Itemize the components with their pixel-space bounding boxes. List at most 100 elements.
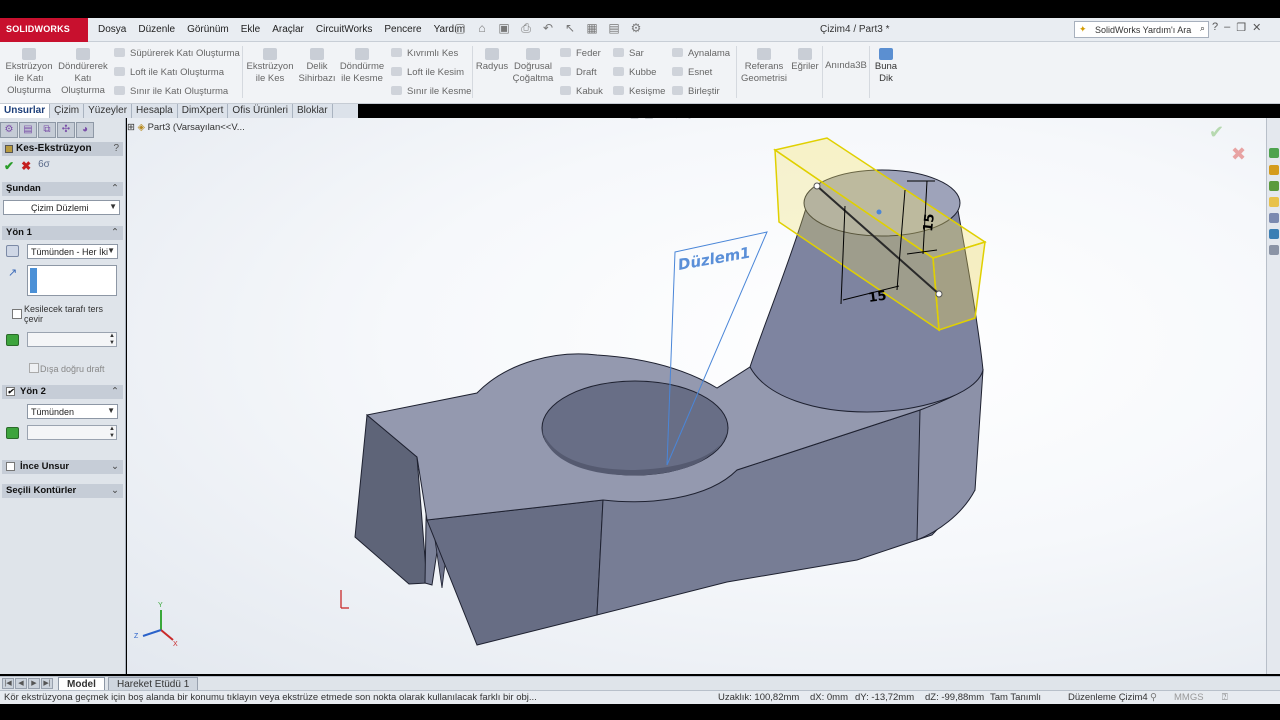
tab-yuzeyler[interactable]: Yüzeyler — [84, 104, 133, 118]
menu-dosya[interactable]: Dosya — [92, 18, 132, 42]
file-properties-icon[interactable]: ▤ — [606, 21, 622, 37]
reverse-direction-icon[interactable] — [6, 245, 19, 257]
boundary-boss-button[interactable]: Sınır ile Katı Oluşturma — [114, 86, 228, 97]
new-document-icon[interactable]: ▢ — [452, 21, 468, 37]
section-secili-konturler[interactable]: Seçili Kontürler ⌄ — [2, 484, 123, 498]
pm-help-button[interactable]: ? — [113, 142, 119, 156]
reference-geometry-button[interactable]: Referans Geometrisi — [739, 48, 789, 85]
normal-to-button[interactable]: Buna Dik — [872, 48, 900, 85]
collapse-chevron-icon[interactable]: ⌃ — [111, 226, 119, 240]
home-icon[interactable] — [1269, 165, 1279, 175]
search-icon[interactable]: ⌕ — [1200, 23, 1205, 34]
draft-button[interactable]: Draft — [560, 67, 597, 78]
zoom-to-area-icon[interactable]: ⊖ — [616, 118, 624, 120]
view-orientation-icon[interactable]: ⬡ — [659, 118, 668, 120]
draft-angle-spinner[interactable]: ▲ ▼ — [27, 332, 117, 347]
dome-button[interactable]: Kubbe — [613, 67, 656, 78]
combine-button[interactable]: Birleştir — [672, 86, 720, 97]
direction2-checkbox[interactable]: ✔ — [6, 387, 15, 396]
rib-button[interactable]: Feder — [560, 48, 601, 59]
tab-model[interactable]: Model — [58, 677, 105, 691]
flip-side-checkbox[interactable] — [12, 309, 22, 319]
solidworks-resources-icon[interactable] — [1269, 148, 1279, 158]
hide-show-icon[interactable]: ◉ — [685, 118, 694, 120]
menu-duzenle[interactable]: Düzenle — [132, 18, 181, 42]
collapse-chevron-icon[interactable]: ⌃ — [111, 385, 119, 399]
mirror-button[interactable]: Aynalama — [672, 48, 730, 59]
dimension-value-vertical[interactable]: 15 — [921, 213, 938, 233]
menu-pencere[interactable]: Pencere — [378, 18, 427, 42]
sketch-endpoint[interactable] — [813, 182, 821, 190]
sweep-boss-button[interactable]: Süpürerek Katı Oluşturma — [114, 48, 240, 59]
previous-view-icon[interactable]: ▣ — [630, 118, 639, 120]
intersect-button[interactable]: Kesişme — [613, 86, 665, 97]
help-search-input[interactable]: ✦ SolidWorks Yardım'ı Ara ⌕ — [1074, 21, 1209, 38]
status-units[interactable]: MMGS — [1174, 692, 1204, 703]
undo-icon[interactable]: ↶ — [540, 21, 556, 37]
dimension-value-horizontal[interactable]: 15 — [867, 289, 887, 306]
print-icon[interactable]: ⎙ — [518, 21, 534, 37]
section-ince-unsur[interactable]: İnce Unsur ⌄ — [2, 460, 123, 474]
menu-araclar[interactable]: Araçlar — [266, 18, 310, 42]
fillet-button[interactable]: Radyus — [474, 48, 510, 73]
tab-motion-study[interactable]: Hareket Etüdü 1 — [108, 677, 199, 691]
display-style-icon[interactable]: ◈ — [672, 118, 680, 120]
spinner-arrows-icon[interactable]: ▲ ▼ — [109, 333, 115, 347]
open-folder-icon[interactable]: ⌂ — [474, 21, 490, 37]
feature-manager-tab-icon[interactable]: ⚙ — [0, 122, 18, 138]
instant3d-button[interactable]: Anında3B — [825, 60, 867, 72]
dimxpert-manager-tab-icon[interactable]: ✣ — [57, 122, 75, 138]
draft-outward-checkbox[interactable] — [29, 363, 39, 373]
revolve-boss-button[interactable]: Döndürerek Katı Oluşturma — [57, 48, 109, 97]
viewport-restore-icon[interactable]: ▣ — [1212, 118, 1221, 119]
loft-boss-button[interactable]: Loft ile Katı Oluşturma — [114, 67, 224, 78]
expand-chevron-icon[interactable]: ⌄ — [111, 460, 119, 474]
next-tab-icon[interactable]: ▶ — [28, 678, 40, 689]
appearance-icon[interactable]: ● — [699, 118, 705, 120]
extrude-boss-button[interactable]: Ekstrüzyon ile Katı Oluşturma — [4, 48, 54, 97]
first-tab-icon[interactable]: |◀ — [2, 678, 14, 689]
appearances-icon[interactable] — [1269, 229, 1279, 239]
lofted-cut-button[interactable]: Loft ile Kesim — [391, 67, 464, 78]
collapse-chevron-icon[interactable]: ⌃ — [111, 182, 119, 196]
section-yon1[interactable]: Yön 1 ⌃ — [2, 226, 123, 240]
close-icon[interactable]: ✕ — [1252, 21, 1261, 34]
view-settings-icon[interactable]: ▭ — [721, 118, 730, 120]
configuration-manager-tab-icon[interactable]: ⧉ — [38, 122, 56, 138]
curves-button[interactable]: Eğriler — [790, 48, 820, 73]
property-manager-tab-icon[interactable]: ▤ — [19, 122, 37, 138]
confirm-corner-ok-icon[interactable]: ✔ — [1209, 122, 1224, 143]
end-condition-select[interactable]: Tümünden - Her İki ▼ — [27, 244, 118, 259]
menu-ekle[interactable]: Ekle — [235, 18, 266, 42]
viewport-minimize-icon[interactable]: ▣ — [1197, 118, 1206, 119]
extruded-cut-button[interactable]: Ekstrüzyon ile Kes — [245, 48, 295, 85]
shell-button[interactable]: Kabuk — [560, 86, 603, 97]
sketch-endpoint[interactable] — [935, 290, 943, 298]
menu-gorunum[interactable]: Görünüm — [181, 18, 235, 42]
tab-ofis-urunleri[interactable]: Ofis Ürünleri — [228, 104, 293, 118]
linear-pattern-button[interactable]: Doğrusal Çoğaltma — [511, 48, 555, 85]
section-sundan[interactable]: Şundan ⌃ — [2, 182, 123, 196]
detailed-preview-icon[interactable]: 6σ — [38, 159, 50, 173]
from-condition-select[interactable]: Çizim Düzlemi ▼ — [3, 200, 120, 215]
restore-icon[interactable]: ❐ — [1236, 21, 1246, 34]
menu-circuitworks[interactable]: CircuitWorks — [310, 18, 378, 42]
display-manager-tab-icon[interactable]: ◕ — [76, 122, 94, 138]
select-arrow-icon[interactable]: ↖ — [562, 21, 578, 37]
wrap-button[interactable]: Sar — [613, 48, 644, 59]
custom-properties-icon[interactable] — [1269, 245, 1279, 255]
quick-tips-icon[interactable]: ⍰ — [1222, 692, 1228, 703]
file-explorer-icon[interactable] — [1269, 197, 1279, 207]
tab-hesapla[interactable]: Hesapla — [132, 104, 178, 118]
minimize-icon[interactable]: – — [1224, 21, 1230, 34]
flex-button[interactable]: Esnet — [672, 67, 712, 78]
options-icon[interactable]: ⚙ — [628, 21, 644, 37]
direction-selection-box[interactable] — [27, 265, 117, 296]
tab-unsurlar[interactable]: Unsurlar — [0, 104, 51, 118]
direction2-end-condition-select[interactable]: Tümünden ▼ — [27, 404, 118, 419]
view-palette-icon[interactable] — [1269, 213, 1279, 223]
section-view-icon[interactable]: ◧ — [644, 118, 653, 120]
viewport-maximize-icon[interactable]: – — [1226, 118, 1231, 119]
zoom-to-fit-icon[interactable]: ⊕ — [603, 118, 611, 120]
viewport-close-icon[interactable]: ✕ — [1237, 118, 1245, 119]
